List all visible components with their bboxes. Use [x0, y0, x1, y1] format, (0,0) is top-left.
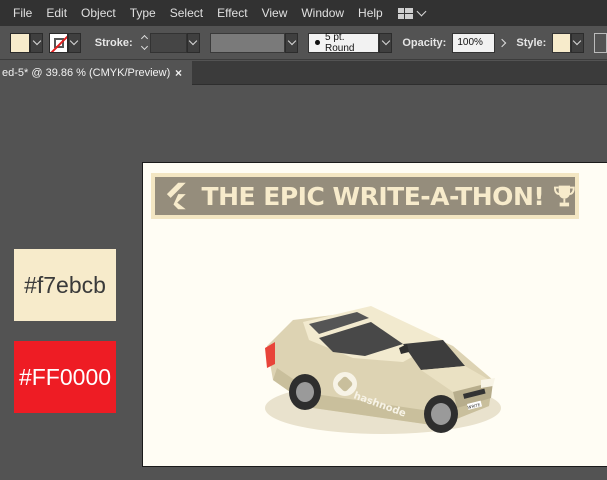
workspace-grid-icon: [397, 7, 413, 19]
chevron-down-icon: [188, 36, 198, 46]
menu-object[interactable]: Object: [74, 0, 123, 26]
color-sample-red-label: #FF0000: [18, 363, 112, 390]
stroke-label: Stroke:: [94, 36, 133, 49]
chevron-down-icon: [573, 36, 582, 46]
stroke-color-swatch[interactable]: [49, 32, 68, 53]
document-setup-button[interactable]: [593, 32, 607, 53]
color-sample-cream[interactable]: #f7ebcb: [14, 249, 116, 321]
color-sample-cream-label: #f7ebcb: [24, 271, 106, 298]
graphic-style-swatch[interactable]: [552, 32, 571, 53]
document-tab-bar: ed-5* @ 39.86 % (CMYK/Preview) ×: [0, 61, 607, 85]
stroke-color-dropdown[interactable]: [67, 32, 81, 53]
stroke-weight-field[interactable]: [149, 32, 187, 53]
banner-title: THE EPIC WRITE-A-THON!: [201, 181, 545, 211]
menu-file[interactable]: File: [6, 0, 39, 26]
color-sample-red[interactable]: #FF0000: [14, 341, 116, 413]
menu-window[interactable]: Window: [294, 0, 351, 26]
artboard[interactable]: THE EPIC WRITE-A-THON! hashnode WRITE: [142, 162, 607, 467]
chevron-down-icon: [381, 36, 391, 46]
title-banner[interactable]: THE EPIC WRITE-A-THON!: [151, 173, 579, 219]
stroke-weight-stepper[interactable]: [139, 33, 150, 53]
brush-label: 5 pt. Round: [325, 31, 355, 54]
close-tab-button[interactable]: ×: [175, 66, 182, 80]
brush-definition[interactable]: 5 pt. Round: [308, 31, 380, 54]
flutter-logo-icon: [166, 182, 186, 210]
brush-dropdown[interactable]: [379, 32, 393, 53]
menu-type[interactable]: Type: [123, 0, 163, 26]
style-label: Style:: [516, 36, 547, 49]
car-illustration: hashnode WRITE: [265, 306, 501, 434]
chevron-down-icon: [287, 36, 297, 46]
chevron-up-icon: [140, 34, 148, 43]
menu-select[interactable]: Select: [163, 0, 210, 26]
profile-dropdown[interactable]: [285, 32, 299, 53]
menu-edit[interactable]: Edit: [39, 0, 74, 26]
opacity-expand-button[interactable]: [495, 33, 508, 53]
opacity-label: Opacity:: [402, 36, 447, 49]
chevron-right-icon: [497, 38, 507, 47]
menu-effect[interactable]: Effect: [210, 0, 254, 26]
chevron-down-icon: [69, 36, 79, 46]
fill-color-swatch[interactable]: [9, 32, 31, 53]
control-bar: Stroke: 5 pt. Round Opacity: 100% Style:: [0, 26, 607, 60]
style-dropdown[interactable]: [570, 32, 584, 53]
trophy-icon: [554, 185, 575, 207]
chevron-down-icon: [416, 6, 427, 17]
menu-help[interactable]: Help: [351, 0, 390, 26]
opacity-field[interactable]: 100%: [452, 32, 496, 53]
workspace-switcher[interactable]: [397, 6, 427, 19]
variable-width-profile[interactable]: [209, 32, 286, 53]
stroke-weight-dropdown[interactable]: [186, 32, 200, 53]
chevron-down-icon: [140, 42, 148, 51]
menu-bar: File Edit Object Type Select Effect View…: [0, 0, 607, 26]
document-tab[interactable]: ed-5* @ 39.86 % (CMYK/Preview) ×: [0, 61, 192, 85]
chevron-down-icon: [32, 36, 41, 46]
brush-dot-icon: [315, 40, 321, 45]
document-tab-title: ed-5* @ 39.86 % (CMYK/Preview): [2, 67, 171, 79]
fill-dropdown[interactable]: [30, 32, 44, 53]
menu-view[interactable]: View: [255, 0, 295, 26]
